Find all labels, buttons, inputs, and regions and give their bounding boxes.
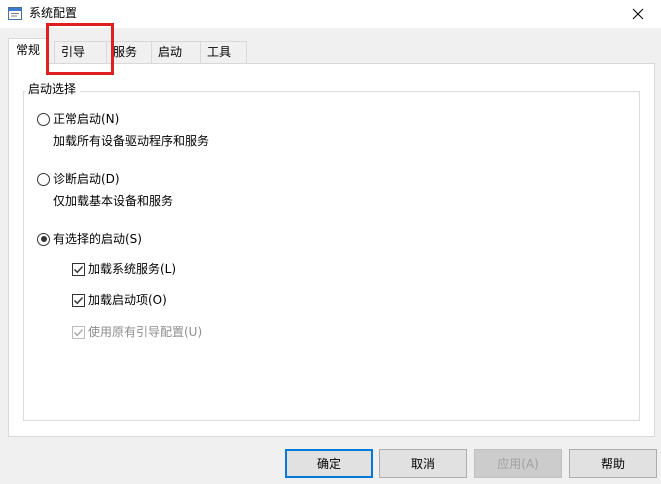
check-icon	[74, 296, 84, 304]
load-startup-items-label: 加载启动项(O)	[88, 293, 167, 307]
radio-normal[interactable]	[37, 112, 50, 126]
load-system-services-label: 加载系统服务(L)	[88, 262, 177, 276]
selective-startup-radio[interactable]: 有选择的启动(S)	[37, 231, 142, 247]
normal-startup-radio[interactable]: 正常启动(N)	[37, 111, 119, 127]
checkbox-startup-items[interactable]	[72, 293, 85, 307]
tab-pane-general: 启动选择 正常启动(N) 加载所有设备驱动程序和服务 诊断启动(D) 仅加载基本…	[8, 63, 655, 437]
use-original-boot-config-label: 使用原有引导配置(U)	[88, 325, 203, 339]
tab-boot[interactable]: 引导	[54, 41, 107, 63]
normal-startup-desc: 加载所有设备驱动程序和服务	[53, 134, 210, 148]
diagnostic-startup-label: 诊断启动(D)	[53, 172, 120, 186]
ok-button[interactable]: 确定	[285, 449, 373, 478]
radio-selective[interactable]	[37, 232, 50, 246]
normal-startup-label: 正常启动(N)	[53, 112, 120, 126]
checkbox-system-services[interactable]	[72, 262, 85, 276]
use-original-boot-config-checkbox: 使用原有引导配置(U)	[72, 324, 202, 340]
app-icon	[8, 7, 22, 20]
diagnostic-startup-radio[interactable]: 诊断启动(D)	[37, 171, 120, 187]
apply-button: 应用(A)	[474, 449, 562, 478]
tab-services[interactable]: 服务	[106, 41, 152, 63]
check-icon	[74, 328, 84, 336]
tab-tools[interactable]: 工具	[200, 41, 247, 63]
startup-selection-legend: 启动选择	[26, 81, 81, 97]
close-icon	[632, 8, 644, 20]
system-config-window: 系统配置 常规 引导 服务 启动 工具 启动选择 正常启动(N) 加载所有设备驱…	[0, 0, 661, 484]
title-bar: 系统配置	[0, 0, 661, 28]
help-button[interactable]: 帮助	[569, 449, 657, 478]
load-startup-items-checkbox[interactable]: 加载启动项(O)	[72, 292, 167, 308]
radio-diagnostic[interactable]	[37, 172, 50, 186]
tab-general[interactable]: 常规	[8, 38, 49, 65]
diagnostic-startup-desc: 仅加载基本设备和服务	[53, 194, 174, 208]
window-title: 系统配置	[29, 6, 78, 20]
checkbox-original-boot-config	[72, 325, 85, 339]
check-icon	[74, 265, 84, 273]
selective-startup-label: 有选择的启动(S)	[53, 232, 142, 246]
close-button[interactable]	[615, 0, 661, 28]
tab-startup[interactable]: 启动	[151, 41, 201, 63]
load-system-services-checkbox[interactable]: 加载系统服务(L)	[72, 261, 176, 277]
cancel-button[interactable]: 取消	[379, 449, 467, 478]
